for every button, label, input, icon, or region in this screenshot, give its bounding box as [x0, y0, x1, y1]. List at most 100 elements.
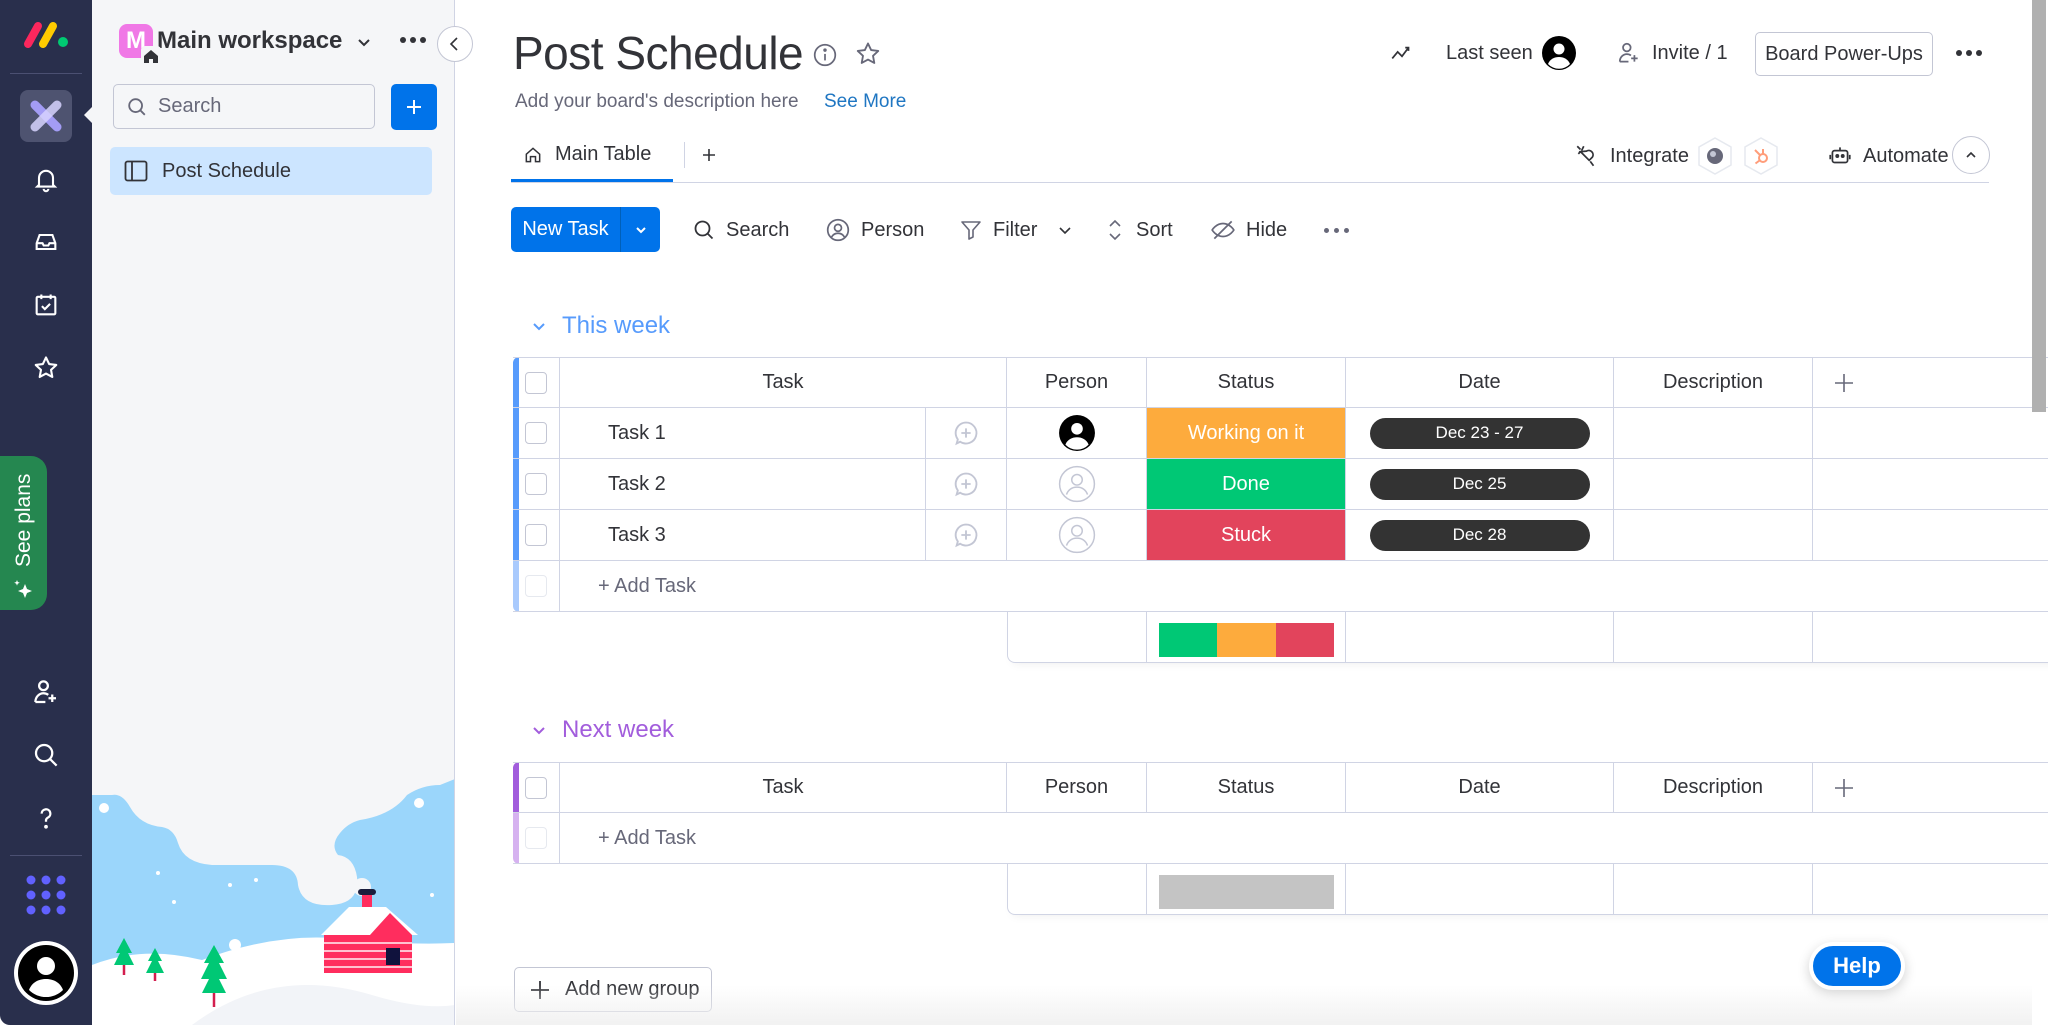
add-update-button[interactable]: [926, 510, 1007, 560]
column-header-status[interactable]: Status: [1147, 358, 1346, 407]
select-all-checkbox[interactable]: [525, 371, 547, 394]
add-update-button[interactable]: [926, 459, 1007, 509]
rail-inbox-button[interactable]: [20, 216, 72, 268]
add-update-button[interactable]: [926, 408, 1007, 458]
person-filter-button[interactable]: Person: [825, 210, 924, 250]
integrate-button[interactable]: Integrate: [1574, 137, 1781, 175]
date-cell[interactable]: Dec 28: [1346, 510, 1614, 560]
column-header-date[interactable]: Date: [1346, 763, 1614, 812]
status-summary-cell[interactable]: [1147, 612, 1346, 662]
status-summary-segment-working-on-it[interactable]: [1217, 623, 1276, 657]
see-plans-button[interactable]: See plans: [0, 456, 47, 610]
status-cell[interactable]: Stuck: [1147, 510, 1346, 560]
date-cell[interactable]: Dec 25: [1346, 459, 1614, 509]
description-cell[interactable]: [1614, 408, 1813, 458]
user-avatar-icon: [1541, 36, 1576, 70]
workspace-panel: M Main workspace Post Schedule: [92, 0, 455, 1025]
person-cell[interactable]: [1007, 459, 1147, 509]
status-summary-cell[interactable]: [1147, 864, 1346, 914]
column-header-task[interactable]: Task: [560, 358, 1007, 407]
add-task-input[interactable]: + Add Task: [560, 561, 2048, 611]
column-header-date[interactable]: Date: [1346, 358, 1614, 407]
add-new-group-button[interactable]: Add new group: [514, 967, 712, 1012]
status-summary-bar: [1159, 875, 1334, 909]
workspace-search-input[interactable]: [158, 95, 358, 118]
description-cell[interactable]: [1614, 459, 1813, 509]
new-task-label[interactable]: New Task: [511, 207, 621, 252]
rail-favorites-button[interactable]: [20, 342, 72, 394]
comment-plus-icon: [954, 472, 978, 497]
filter-button[interactable]: Filter: [959, 210, 1037, 250]
task-name[interactable]: Task 3: [560, 510, 926, 560]
column-header-description[interactable]: Description: [1614, 358, 1813, 407]
board-description[interactable]: Add your board's description here: [515, 91, 799, 113]
collapse-panel-button[interactable]: [437, 26, 473, 62]
rail-work-management-button[interactable]: [20, 90, 72, 142]
status-summary-segment-done[interactable]: [1159, 623, 1218, 657]
person-cell[interactable]: [1007, 408, 1147, 458]
group-next-week-title[interactable]: Next week: [530, 716, 674, 744]
rail-notifications-button[interactable]: [20, 153, 72, 205]
board-power-ups-button[interactable]: Board Power-Ups: [1755, 32, 1933, 76]
status-summary-segment-stuck[interactable]: [1275, 623, 1334, 657]
sidebar-item-post-schedule[interactable]: Post Schedule: [110, 147, 432, 195]
column-header-person[interactable]: Person: [1007, 358, 1147, 407]
column-header-person[interactable]: Person: [1007, 763, 1147, 812]
search-button[interactable]: Search: [692, 210, 789, 250]
rail-invite-button[interactable]: [20, 666, 72, 718]
filter-dropdown-chevron-icon[interactable]: [1056, 221, 1074, 239]
group-this-week-title[interactable]: This week: [530, 312, 670, 340]
activity-icon[interactable]: [1389, 40, 1415, 66]
add-board-button[interactable]: [391, 84, 437, 130]
description-cell[interactable]: [1614, 510, 1813, 560]
status-cell[interactable]: Working on it: [1147, 408, 1346, 458]
automate-button[interactable]: Automate: [1827, 140, 1949, 172]
vertical-scrollbar[interactable]: [2032, 0, 2046, 412]
invite-button[interactable]: Invite / 1: [1616, 33, 1728, 73]
toolbar-more-button[interactable]: [1324, 210, 1349, 250]
tab-main-table[interactable]: Main Table: [511, 130, 673, 182]
rail-search-button[interactable]: [20, 729, 72, 781]
plus-icon: [531, 980, 549, 999]
status-summary-bar: [1159, 623, 1334, 657]
add-task-input[interactable]: + Add Task: [560, 813, 2048, 863]
status-summary-segment-empty[interactable]: [1159, 875, 1334, 909]
board-more-button[interactable]: [1952, 40, 1986, 66]
chevron-down-icon[interactable]: [352, 30, 376, 54]
column-header-task[interactable]: Task: [560, 763, 1007, 812]
column-header-status[interactable]: Status: [1147, 763, 1346, 812]
date-cell[interactable]: Dec 23 - 27: [1346, 408, 1614, 458]
help-button[interactable]: Help: [1809, 942, 1905, 990]
row-checkbox[interactable]: [525, 524, 547, 546]
page-title[interactable]: Post Schedule: [513, 26, 804, 80]
info-icon[interactable]: [812, 42, 838, 68]
task-name[interactable]: Task 2: [560, 459, 926, 509]
column-header-description[interactable]: Description: [1614, 763, 1813, 812]
task-name[interactable]: Task 1: [560, 408, 926, 458]
favorite-star-icon[interactable]: [854, 40, 882, 68]
add-view-button[interactable]: [696, 142, 722, 168]
row-checkbox[interactable]: [525, 473, 547, 495]
monday-logo[interactable]: [22, 20, 70, 50]
select-all-checkbox[interactable]: [525, 776, 547, 799]
add-column-button[interactable]: [1813, 763, 1945, 812]
see-more-link[interactable]: See More: [824, 91, 906, 113]
chevron-up-icon: [1966, 151, 1976, 158]
row-checkbox[interactable]: [525, 422, 547, 444]
collapse-header-button[interactable]: [1952, 136, 1990, 174]
last-seen-button[interactable]: Last seen: [1446, 33, 1577, 73]
rail-help-button[interactable]: [20, 792, 72, 844]
workspace-more-button[interactable]: [397, 28, 429, 52]
rail-my-work-button[interactable]: [20, 279, 72, 331]
hide-button[interactable]: Hide: [1210, 210, 1287, 250]
new-task-dropdown[interactable]: [621, 207, 660, 252]
add-column-button[interactable]: [1813, 358, 1945, 407]
person-cell[interactable]: [1007, 510, 1147, 560]
user-avatar[interactable]: [14, 941, 78, 1005]
status-cell[interactable]: Done: [1147, 459, 1346, 509]
sort-button[interactable]: Sort: [1104, 210, 1173, 250]
workspace-search[interactable]: [113, 84, 375, 129]
rail-apps-button[interactable]: [20, 869, 72, 921]
new-task-button[interactable]: New Task: [511, 207, 660, 252]
workspace-header[interactable]: M Main workspace: [119, 24, 342, 66]
